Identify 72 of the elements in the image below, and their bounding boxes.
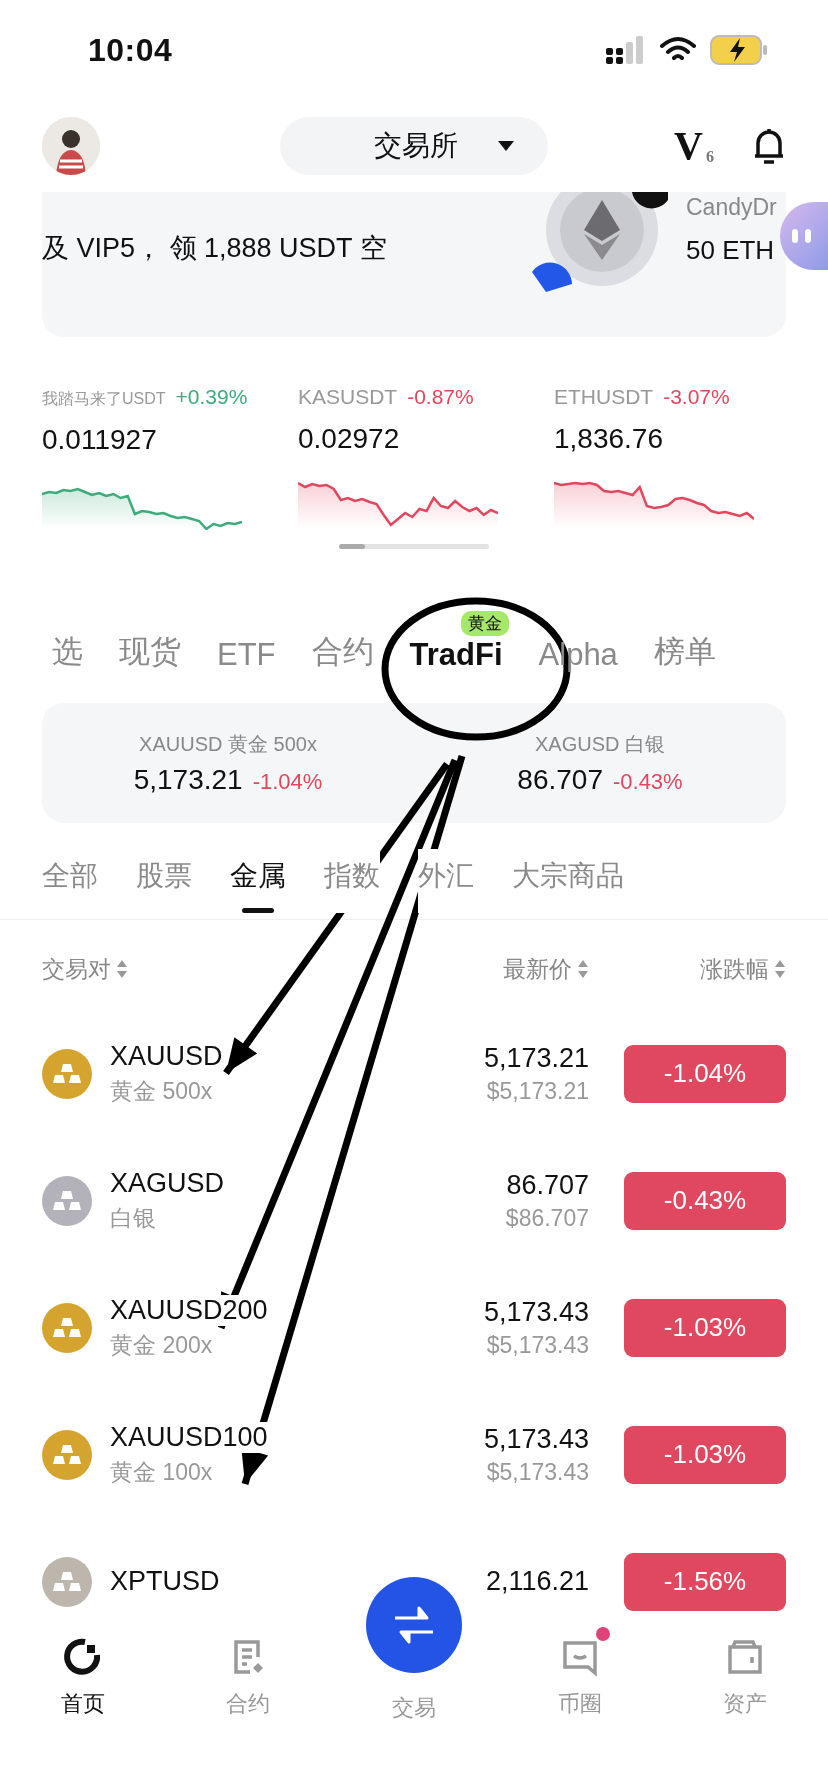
bars-icon — [52, 1315, 82, 1340]
ticker-price: 0.02972 — [298, 423, 401, 455]
ticker-change: -0.87% — [407, 385, 474, 409]
sort-icon — [577, 959, 589, 979]
featured-price: 86.707 — [517, 763, 603, 796]
vip-badge[interactable]: V6 — [674, 126, 714, 166]
last-price: 2,116.21 — [485, 1566, 589, 1597]
last-price: 86.707 — [506, 1169, 589, 1201]
symbol-subtitle: 黄金 100x — [110, 1457, 214, 1487]
featured-title: XAUUSD 黄金 500x — [139, 731, 317, 757]
ticker-price: 0.011927 — [42, 424, 158, 456]
nav-tab[interactable]: 币圈 — [496, 1615, 663, 1725]
symbol-subtitle: 黄金 200x — [110, 1330, 214, 1360]
home-icon — [62, 1637, 103, 1677]
tab-badge: 黄金 — [460, 611, 509, 636]
change-badge[interactable]: -1.04% — [624, 1044, 786, 1103]
usd-price: $86.707 — [505, 1204, 589, 1232]
market-tab[interactable]: 合约 — [311, 631, 374, 673]
nav-tab[interactable]: 首页 — [0, 1615, 166, 1725]
column-header[interactable]: 最新价 — [503, 953, 589, 985]
usd-price: $5,173.21 — [486, 1077, 589, 1105]
bars-icon — [52, 1569, 82, 1594]
last-price: 5,173.21 — [483, 1042, 589, 1074]
reward-name: CandyDr — [686, 194, 778, 221]
nav-tab[interactable]: 资产 — [662, 1615, 828, 1725]
ticker-price: 1,836.76 — [554, 423, 664, 455]
symbol-subtitle: 黄金 500x — [110, 1076, 214, 1106]
signal-icon — [606, 36, 646, 64]
market-tab[interactable]: 榜单 — [653, 631, 716, 673]
nav-tab[interactable]: 交易 — [392, 1691, 436, 1725]
sort-icon — [116, 959, 128, 979]
column-header[interactable]: 涨跌幅 — [589, 953, 786, 985]
featured-change: -0.43% — [612, 768, 683, 795]
exchange-selector[interactable]: 交易所 — [280, 117, 548, 175]
change-badge[interactable]: -1.56% — [624, 1552, 786, 1611]
sort-icon — [774, 959, 786, 979]
market-tab[interactable]: TradFi — [409, 637, 503, 673]
bars-icon — [52, 1188, 82, 1213]
battery-icon — [710, 35, 768, 65]
market-tab[interactable]: 选 — [52, 631, 83, 673]
symbol-subtitle: 白银 — [110, 1203, 157, 1233]
promo-banner[interactable]: 及 VIP5， 领 1,888 USDT 空 CandyDr 50 ETH — [42, 192, 786, 337]
bars-icon — [52, 1442, 82, 1467]
featured-change: -1.04% — [252, 768, 323, 795]
last-price: 5,173.43 — [483, 1423, 589, 1455]
ticker-change: +0.39% — [175, 385, 248, 409]
ticker-change: -3.07% — [663, 385, 730, 409]
symbol: XAUUSD200 — [110, 1294, 268, 1326]
last-price: 5,173.43 — [483, 1296, 589, 1328]
nav-tab[interactable]: 合约 — [165, 1615, 332, 1725]
promo-text: 及 VIP5， 领 1,888 USDT 空 — [42, 232, 388, 265]
featured-price: 5,173.21 — [133, 763, 243, 796]
usd-price: $5,173.43 — [486, 1331, 589, 1359]
category-tab[interactable]: 指数 — [324, 849, 380, 913]
featured-title: XAGUSD 白银 — [535, 731, 665, 757]
change-badge[interactable]: -1.03% — [624, 1425, 786, 1484]
caret-icon — [498, 140, 514, 152]
ticker-pair: KASUSDT — [298, 385, 398, 409]
change-badge[interactable]: -1.03% — [624, 1298, 786, 1357]
category-tab[interactable]: 外汇 — [418, 849, 474, 913]
bars-icon — [52, 1061, 82, 1086]
usd-price: $5,173.43 — [486, 1458, 589, 1486]
market-tab[interactable]: 现货 — [119, 631, 181, 673]
reward-amount: 50 ETH — [686, 235, 776, 266]
column-header[interactable]: 交易对 — [42, 953, 503, 985]
bell-icon[interactable] — [752, 127, 786, 165]
ticker-pair: 我踏马来了USDT — [42, 389, 166, 409]
symbol: XAUUSD100 — [110, 1421, 268, 1453]
ticker-pair: ETHUSDT — [554, 385, 654, 409]
change-badge[interactable]: -0.43% — [624, 1171, 786, 1230]
market-tab[interactable]: ETF — [217, 637, 276, 673]
clock: 10:04 — [88, 31, 173, 69]
